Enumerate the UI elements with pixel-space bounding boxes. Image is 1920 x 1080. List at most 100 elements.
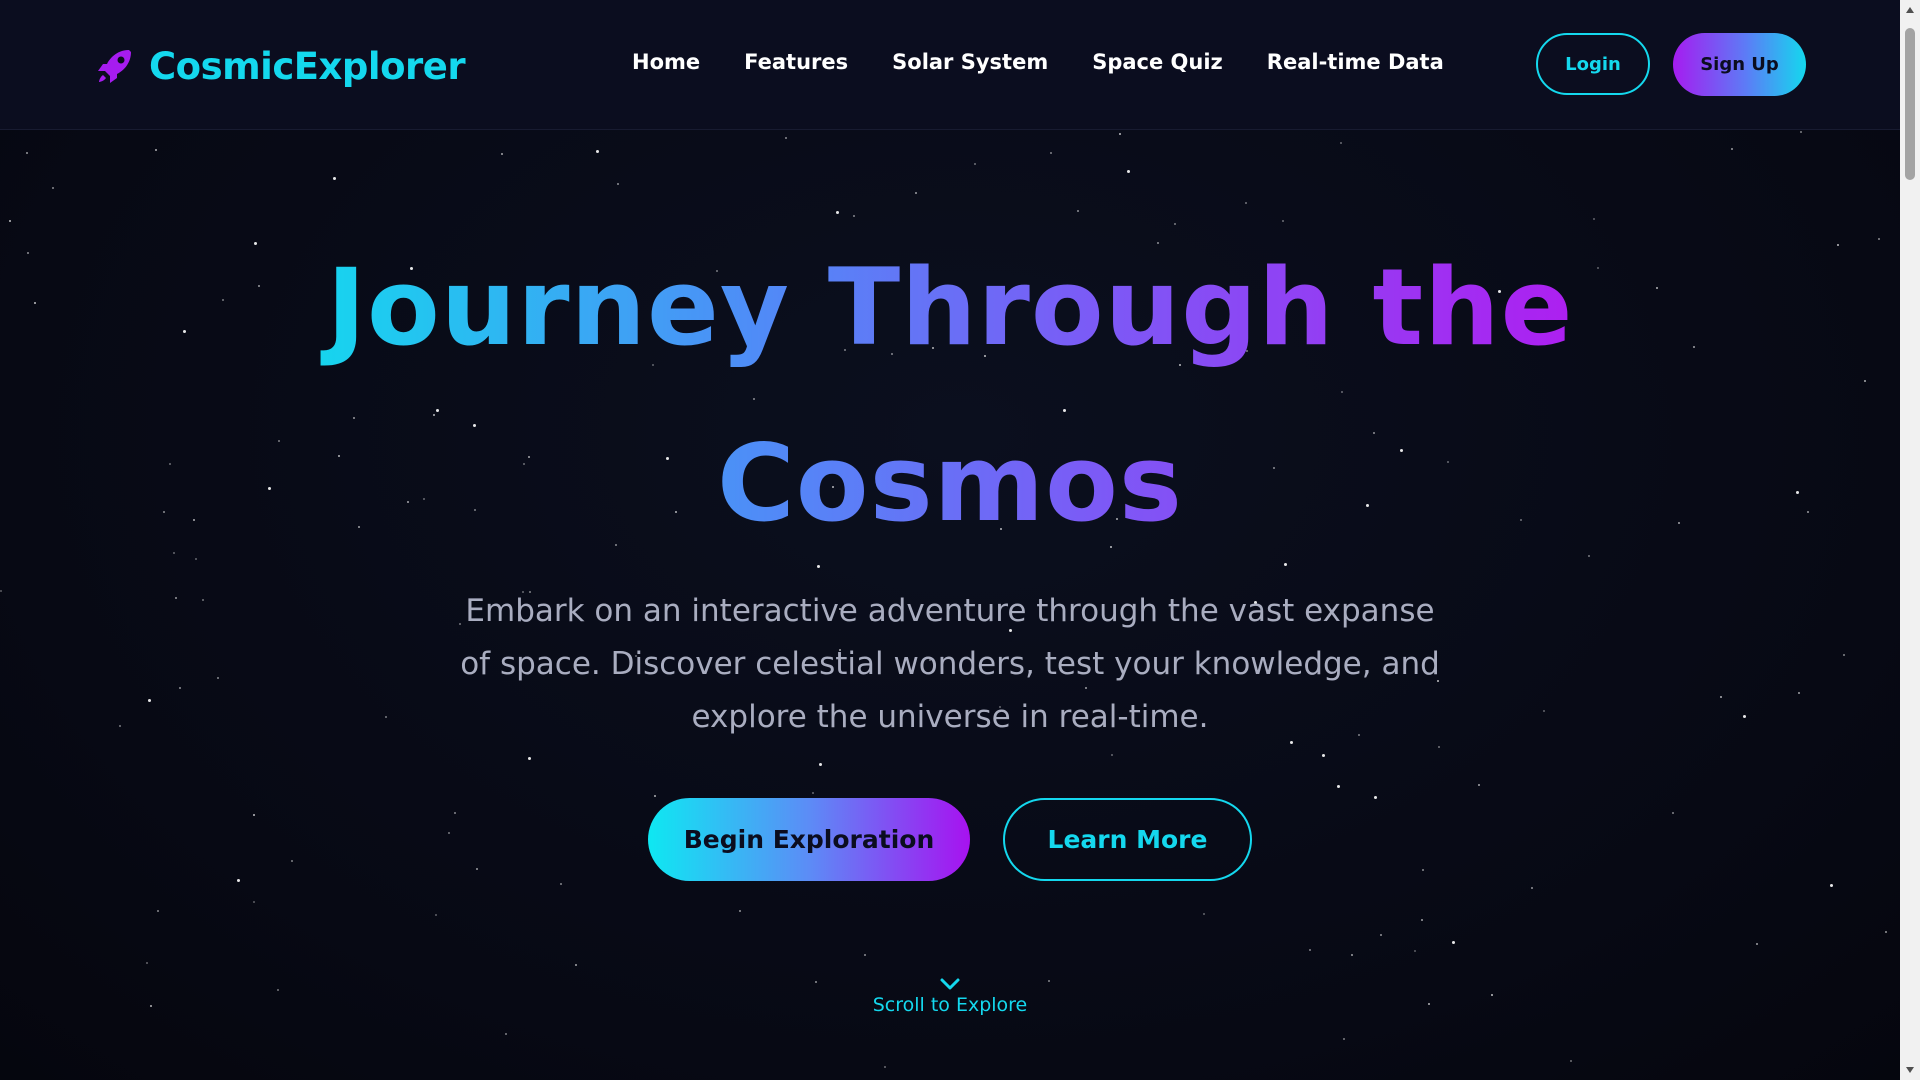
hero-title: Journey Through the Cosmos — [300, 220, 1600, 572]
scroll-up-arrow-icon[interactable] — [1900, 0, 1920, 20]
star — [1491, 994, 1493, 996]
star — [0, 590, 2, 592]
star — [1878, 238, 1880, 240]
star — [1678, 522, 1680, 524]
star — [1800, 131, 1802, 133]
star — [52, 187, 54, 189]
nav-solar-system[interactable]: Solar System — [892, 50, 1048, 74]
star — [173, 552, 175, 554]
star — [448, 832, 450, 834]
star — [812, 792, 814, 794]
star — [175, 597, 177, 599]
star — [1422, 869, 1424, 871]
brand-logo-link[interactable]: CosmicExplorer — [93, 40, 466, 92]
star — [277, 989, 279, 991]
star — [815, 981, 817, 983]
hero-subtitle: Embark on an interactive adventure throu… — [460, 593, 1440, 735]
star — [1077, 210, 1079, 212]
star — [195, 558, 197, 560]
top-navbar: CosmicExplorer Home Features Solar Syste… — [0, 0, 1900, 130]
page-scrollbar[interactable] — [1900, 0, 1920, 1080]
star — [884, 1066, 886, 1068]
star — [476, 868, 478, 870]
star — [1438, 746, 1440, 748]
star — [617, 183, 619, 185]
star — [1720, 696, 1722, 698]
star — [1743, 715, 1746, 718]
star — [278, 440, 280, 442]
star — [1798, 692, 1800, 694]
star — [575, 964, 577, 966]
star — [1119, 133, 1121, 135]
star — [1693, 346, 1695, 348]
star — [1421, 919, 1423, 921]
scroll-to-explore[interactable]: Scroll to Explore — [850, 976, 1050, 1016]
star — [1756, 943, 1758, 945]
star — [150, 1005, 152, 1007]
star — [836, 211, 839, 214]
star — [1337, 785, 1340, 788]
star — [853, 215, 855, 217]
scrollbar-thumb[interactable] — [1905, 28, 1915, 180]
star — [163, 511, 165, 513]
star — [1543, 710, 1545, 712]
star — [155, 149, 157, 151]
star — [1672, 812, 1674, 814]
star — [501, 153, 503, 155]
star — [1127, 170, 1130, 173]
scroll-down-arrow-icon[interactable] — [1900, 1060, 1920, 1080]
star — [183, 330, 186, 333]
star — [9, 220, 11, 222]
star — [454, 812, 456, 814]
star — [654, 795, 656, 797]
signup-button[interactable]: Sign Up — [1673, 33, 1806, 96]
star — [217, 677, 219, 679]
star — [1380, 934, 1382, 936]
star — [596, 150, 599, 153]
star — [1203, 913, 1205, 915]
star — [27, 252, 29, 254]
star — [560, 883, 562, 885]
page: CosmicExplorer Home Features Solar Syste… — [0, 0, 1920, 1080]
star — [237, 879, 240, 882]
nav-home[interactable]: Home — [632, 50, 700, 74]
star — [1885, 931, 1887, 933]
star — [268, 487, 271, 490]
nav-real-time-data[interactable]: Real-time Data — [1267, 50, 1444, 74]
nav-features[interactable]: Features — [744, 50, 848, 74]
star — [385, 716, 387, 718]
begin-exploration-button[interactable]: Begin Exploration — [648, 798, 970, 881]
star — [1322, 754, 1325, 757]
nav-space-quiz[interactable]: Space Quiz — [1092, 50, 1223, 74]
learn-more-button[interactable]: Learn More — [1003, 798, 1252, 881]
star — [1531, 887, 1533, 889]
star — [1864, 380, 1866, 382]
star — [34, 302, 36, 304]
chevron-down-icon — [939, 976, 961, 990]
rocket-icon — [93, 44, 137, 88]
star — [974, 163, 976, 165]
login-button[interactable]: Login — [1536, 33, 1650, 95]
star — [253, 901, 255, 903]
star — [1656, 287, 1658, 289]
star — [1245, 202, 1247, 204]
star — [146, 962, 148, 964]
star — [1050, 152, 1052, 154]
star — [119, 725, 121, 727]
star — [1478, 784, 1480, 786]
star — [1731, 148, 1733, 150]
star — [1796, 491, 1799, 494]
star — [1111, 754, 1113, 756]
star — [333, 177, 336, 180]
star — [193, 519, 195, 521]
star — [785, 137, 787, 139]
star — [169, 463, 171, 465]
star — [1570, 1060, 1572, 1062]
star — [1374, 796, 1377, 799]
star — [148, 699, 151, 702]
scroll-label: Scroll to Explore — [872, 994, 1028, 1016]
main-nav: Home Features Solar System Space Quiz Re… — [632, 50, 1444, 74]
star — [864, 954, 866, 956]
star — [1830, 884, 1833, 887]
star — [739, 910, 741, 912]
